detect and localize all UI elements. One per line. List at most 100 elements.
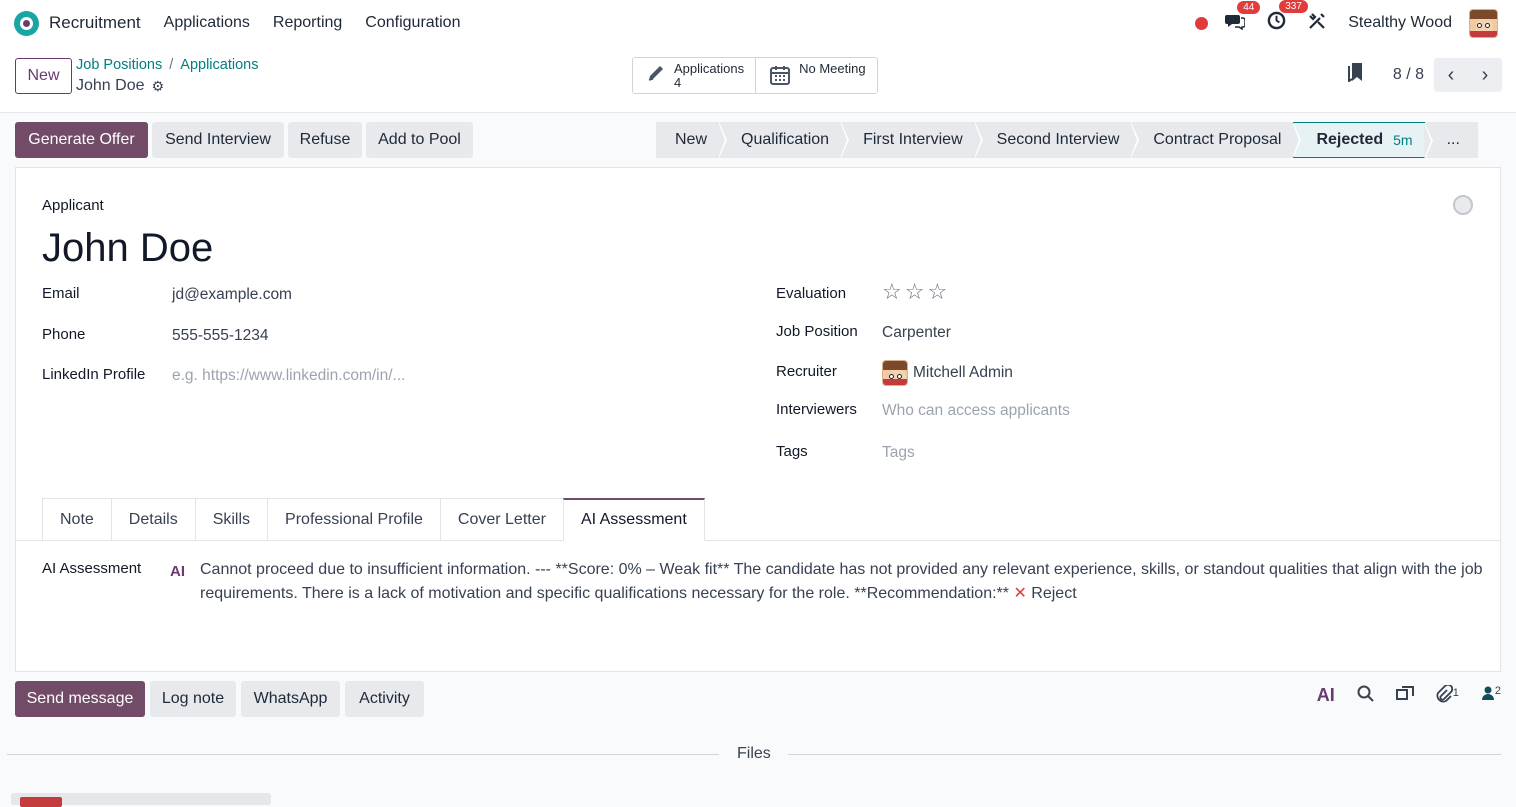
- applicant-label: Applicant: [42, 197, 104, 214]
- followers-icon[interactable]: 2: [1481, 685, 1501, 708]
- add-to-pool-button[interactable]: Add to Pool: [366, 122, 473, 158]
- stage-contract-proposal[interactable]: Contract Proposal: [1131, 122, 1302, 158]
- pager-previous-button[interactable]: ‹: [1434, 58, 1468, 92]
- send-message-button[interactable]: Send message: [15, 681, 145, 717]
- pager: 8 / 8 ‹ ›: [1347, 58, 1502, 92]
- chevron-left-icon: ‹: [1447, 63, 1455, 86]
- tools-icon[interactable]: [1308, 12, 1326, 35]
- tags-label: Tags: [776, 443, 808, 460]
- gear-icon[interactable]: ⚙: [152, 78, 165, 95]
- stage-more-button[interactable]: ...: [1425, 122, 1478, 158]
- ai-decision: Reject: [1031, 584, 1077, 602]
- star-icon[interactable]: ☆: [882, 279, 902, 305]
- pager-value[interactable]: 8 / 8: [1393, 66, 1424, 84]
- ai-icon[interactable]: AI: [1317, 685, 1335, 708]
- top-navbar: Recruitment Applications Reporting Confi…: [0, 0, 1516, 46]
- breadcrumb-job-positions[interactable]: Job Positions: [76, 57, 162, 73]
- app-name[interactable]: Recruitment: [49, 13, 141, 33]
- smart-buttons: Applications 4 No Meeting: [632, 57, 878, 94]
- stage-rejected[interactable]: Rejected 5m: [1293, 122, 1433, 159]
- send-interview-button[interactable]: Send Interview: [152, 122, 284, 158]
- tags-field[interactable]: Tags: [882, 444, 915, 462]
- interviewers-field[interactable]: Who can access applicants: [882, 402, 1070, 420]
- stage-qualification[interactable]: Qualification: [719, 122, 850, 158]
- stage-rejected-label: Rejected: [1316, 131, 1384, 148]
- linkedin-label: LinkedIn Profile: [42, 366, 146, 383]
- tab-details[interactable]: Details: [110, 498, 195, 541]
- phone-field[interactable]: 555-555-1234: [172, 327, 269, 345]
- tab-skills[interactable]: Skills: [194, 498, 268, 541]
- whatsapp-button[interactable]: WhatsApp: [241, 681, 340, 717]
- pager-next-button[interactable]: ›: [1468, 58, 1502, 92]
- activities-badge: 337: [1279, 0, 1308, 13]
- ai-assessment-text: Cannot proceed due to insufficient infor…: [200, 561, 1483, 602]
- applications-count: 4: [674, 74, 682, 90]
- stage-new[interactable]: New: [656, 122, 728, 158]
- messages-badge: 44: [1237, 0, 1261, 14]
- attachments-count: 1: [1452, 687, 1459, 699]
- linkedin-field[interactable]: e.g. https://www.linkedin.com/in/...: [172, 367, 405, 385]
- ai-assessment-label: AI Assessment: [42, 560, 142, 577]
- applications-smart-button[interactable]: Applications 4: [633, 58, 757, 93]
- record-title: John Doe ⚙: [76, 77, 164, 95]
- meeting-smart-button[interactable]: No Meeting: [756, 58, 876, 93]
- log-note-button[interactable]: Log note: [150, 681, 236, 717]
- email-field[interactable]: jd@example.com: [172, 286, 292, 304]
- bookmark-icon[interactable]: [1347, 62, 1365, 88]
- stage-first-interview[interactable]: First Interview: [841, 122, 983, 158]
- stage-pipeline: New Qualification First Interview Second…: [656, 122, 1478, 159]
- email-label: Email: [42, 285, 80, 302]
- activities-clock-icon[interactable]: 337: [1267, 0, 1308, 35]
- files-label: Files: [737, 745, 771, 762]
- messages-icon[interactable]: 44: [1225, 0, 1261, 35]
- search-icon[interactable]: [1357, 685, 1374, 708]
- recruiter-field[interactable]: Mitchell Admin: [913, 364, 1013, 382]
- files-divider: Files: [7, 745, 1501, 765]
- menu-reporting[interactable]: Reporting: [273, 14, 342, 32]
- form-sheet: Applicant John Doe Email jd@example.com …: [15, 167, 1501, 672]
- evaluation-stars[interactable]: ☆ ☆ ☆: [882, 279, 947, 305]
- star-icon[interactable]: ☆: [927, 279, 947, 305]
- chatter-toolbar: Send message Log note WhatsApp Activity …: [15, 681, 1501, 717]
- breadcrumb: Job Positions / Applications: [76, 57, 258, 73]
- company-name[interactable]: Stealthy Wood: [1348, 14, 1452, 32]
- recording-icon[interactable]: [1195, 16, 1209, 30]
- user-avatar[interactable]: [1469, 8, 1498, 38]
- stage-second-interview[interactable]: Second Interview: [975, 122, 1140, 158]
- tab-ai-assessment[interactable]: AI Assessment: [562, 498, 705, 541]
- cross-mark-icon: ✕: [1013, 584, 1027, 602]
- attachment-card[interactable]: [11, 793, 271, 807]
- ai-icon: AI: [170, 563, 185, 580]
- form-statusbar: Generate Offer Send Interview Refuse Add…: [15, 122, 1501, 159]
- activity-button[interactable]: Activity: [345, 681, 424, 717]
- chatter-icons: AI 1 2: [1317, 683, 1501, 708]
- notebook-tabs: Note Details Skills Professional Profile…: [42, 498, 705, 541]
- generate-offer-button[interactable]: Generate Offer: [15, 122, 148, 158]
- job-position-field[interactable]: Carpenter: [882, 324, 951, 342]
- meeting-label: No Meeting: [799, 61, 866, 76]
- expand-icon[interactable]: [1395, 685, 1414, 708]
- applicant-name-field[interactable]: John Doe: [42, 226, 213, 271]
- recruitment-app-icon[interactable]: [14, 10, 39, 36]
- new-button[interactable]: New: [15, 58, 72, 94]
- tab-professional-profile[interactable]: Professional Profile: [267, 498, 440, 541]
- menu-configuration[interactable]: Configuration: [365, 14, 460, 32]
- stage-duration: 5m: [1393, 132, 1413, 148]
- menu-applications[interactable]: Applications: [164, 14, 250, 32]
- refuse-button[interactable]: Refuse: [288, 122, 362, 158]
- phone-label: Phone: [42, 326, 86, 343]
- job-position-label: Job Position: [776, 323, 858, 340]
- kanban-state-indicator[interactable]: [1453, 195, 1473, 215]
- record-name: John Doe: [76, 77, 145, 94]
- systray: 44 337 Stealthy Wood: [1195, 0, 1498, 46]
- chevron-right-icon: ›: [1481, 63, 1489, 86]
- breadcrumb-separator: /: [169, 57, 174, 73]
- paperclip-icon[interactable]: 1: [1436, 683, 1459, 708]
- recruiter-avatar: [882, 360, 908, 386]
- tab-note[interactable]: Note: [42, 498, 111, 541]
- tab-cover-letter[interactable]: Cover Letter: [439, 498, 563, 541]
- breadcrumb-applications[interactable]: Applications: [180, 57, 258, 73]
- star-icon[interactable]: ☆: [905, 279, 925, 305]
- pencil-icon: [646, 63, 666, 89]
- ai-assessment-field[interactable]: Cannot proceed due to insufficient infor…: [200, 558, 1485, 605]
